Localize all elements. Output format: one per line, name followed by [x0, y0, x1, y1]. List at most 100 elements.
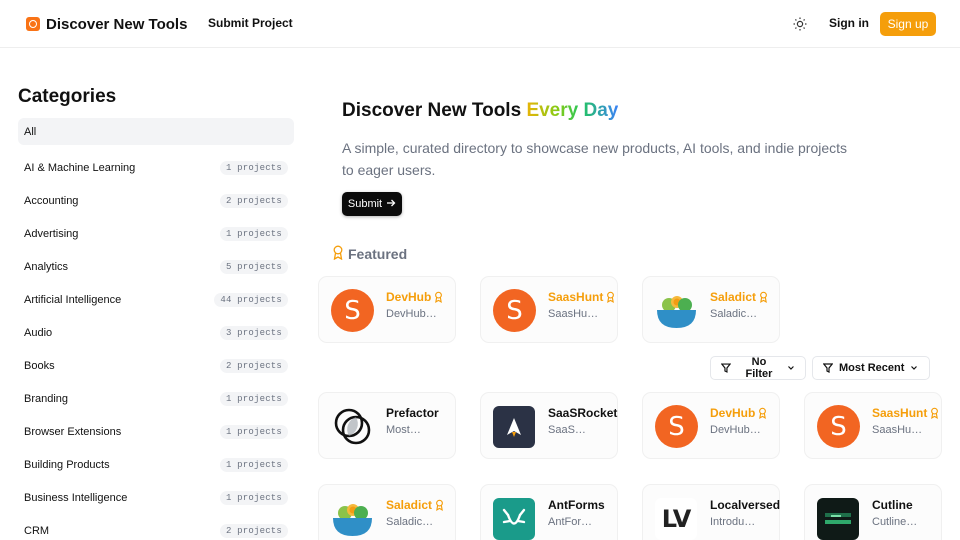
project-desc: Saladic…: [386, 516, 434, 528]
site-header: Discover New Tools Submit Project Sign i…: [0, 0, 960, 48]
project-name-text: DevHub: [710, 406, 756, 420]
brand[interactable]: Discover New Tools: [26, 14, 187, 34]
sun-icon[interactable]: [792, 16, 808, 32]
category-label: CRM: [24, 524, 50, 537]
category-list: All AI & Machine Learning 1 projects Acc…: [18, 118, 294, 540]
award-icon: [435, 291, 443, 303]
project-count-badge: 44 projects: [214, 292, 288, 307]
category-label: Branding: [24, 392, 69, 405]
category-label: AI & Machine Learning: [24, 161, 136, 174]
hero-submit-button[interactable]: Submit: [342, 192, 402, 216]
rocket-logo-icon: [493, 406, 535, 448]
saashunt-logo-icon: S: [817, 405, 860, 448]
hero-title-accent: Every Day: [526, 100, 619, 121]
project-desc: Saladic…: [710, 308, 758, 320]
category-item[interactable]: CRM 2 projects: [18, 514, 294, 540]
filter-dropdown[interactable]: No Filter: [710, 356, 806, 380]
award-icon: [760, 291, 767, 303]
project-card-antforms[interactable]: AntForms AntFor…: [480, 484, 618, 540]
sign-in-link[interactable]: Sign in: [829, 16, 869, 30]
chevron-down-icon: [911, 366, 918, 370]
category-item[interactable]: Artificial Intelligence 44 projects: [18, 283, 294, 316]
category-item-all[interactable]: All: [18, 118, 294, 145]
project-card-devhub[interactable]: S DevHub DevHub…: [642, 392, 780, 459]
project-name-text: Saladict: [710, 290, 757, 304]
categories-title: Categories: [18, 86, 117, 107]
filter-icon: [823, 363, 833, 373]
category-item[interactable]: Building Products 1 projects: [18, 448, 294, 481]
project-count-badge: 1 projects: [219, 160, 288, 175]
project-name: AntForms: [548, 498, 605, 512]
chevron-down-icon: [788, 366, 794, 370]
award-icon: [931, 407, 939, 419]
featured-card-saladict[interactable]: Saladict Saladic…: [642, 276, 780, 343]
project-count-badge: 3 projects: [219, 325, 288, 340]
category-item[interactable]: Browser Extensions 1 projects: [18, 415, 294, 448]
category-label: Building Products: [24, 458, 110, 471]
cutline-logo-icon: [817, 498, 859, 540]
project-desc: AntFor…: [548, 516, 593, 528]
prefactor-logo-icon: [331, 405, 374, 448]
category-label: Browser Extensions: [24, 425, 122, 438]
project-desc: SaaS…: [548, 424, 586, 436]
award-icon: [332, 245, 344, 263]
hero-subtitle: A simple, curated directory to showcase …: [342, 140, 848, 178]
project-count-badge: 1 projects: [219, 457, 288, 472]
category-item[interactable]: Analytics 5 projects: [18, 250, 294, 283]
brand-name: Discover New Tools: [46, 15, 188, 33]
ant-logo-icon: [493, 498, 535, 540]
project-card-saasrocket[interactable]: SaaSRocket SaaS…: [480, 392, 618, 459]
project-count-badge: 2 projects: [219, 523, 288, 538]
project-name: SaasHunt: [872, 406, 939, 420]
devhub-logo-icon: S: [655, 405, 698, 448]
category-item[interactable]: Accounting 2 projects: [18, 184, 294, 217]
category-item[interactable]: Advertising 1 projects: [18, 217, 294, 250]
project-card-localversed[interactable]: LV Localversed Introdu…: [642, 484, 780, 540]
filter-icon: [721, 363, 731, 373]
category-label: Business Intelligence: [24, 491, 128, 504]
project-card-saashunt[interactable]: S SaasHunt SaasHu…: [804, 392, 942, 459]
featured-card-devhub[interactable]: S DevHub DevHub…: [318, 276, 456, 343]
award-icon: [436, 499, 443, 511]
project-desc: DevHub…: [710, 424, 761, 436]
category-item[interactable]: Branding 1 projects: [18, 382, 294, 415]
brand-logo-icon: [26, 17, 40, 31]
project-desc: Cutline…: [872, 516, 918, 528]
project-card-saladict[interactable]: Saladict Saladic…: [318, 484, 456, 540]
featured-card-saashunt[interactable]: S SaasHunt SaasHu…: [480, 276, 618, 343]
category-label: Artificial Intelligence: [24, 293, 122, 306]
nav-submit-project-link[interactable]: Submit Project: [208, 16, 293, 30]
project-card-prefactor[interactable]: Prefactor Most…: [318, 392, 456, 459]
category-item[interactable]: Business Intelligence 1 projects: [18, 481, 294, 514]
sort-dropdown[interactable]: Most Recent: [812, 356, 930, 380]
project-desc: SaasHu…: [548, 308, 599, 320]
category-label: Advertising: [24, 227, 79, 240]
project-desc: Most…: [386, 424, 421, 436]
project-card-cutline[interactable]: Cutline Cutline…: [804, 484, 942, 540]
hero-submit-label: Submit: [347, 198, 383, 210]
project-name: Localversed: [710, 498, 781, 512]
salad-bowl-icon: [331, 497, 374, 540]
project-count-badge: 5 projects: [219, 259, 288, 274]
sign-up-button[interactable]: Sign up: [880, 12, 936, 36]
category-label: Books: [24, 359, 55, 372]
category-item[interactable]: AI & Machine Learning 1 projects: [18, 151, 294, 184]
filter-label: No Filter: [745, 356, 773, 380]
project-name: SaasHunt: [548, 290, 615, 304]
category-item[interactable]: Audio 3 projects: [18, 316, 294, 349]
project-count-badge: 2 projects: [219, 193, 288, 208]
localversed-logo-icon: LV: [655, 498, 697, 540]
project-name-text: Saladict: [386, 498, 433, 512]
project-name: DevHub: [710, 406, 767, 420]
devhub-logo-icon: S: [331, 289, 374, 332]
hero-title: Discover New Tools Every Day: [342, 100, 618, 122]
project-count-badge: 2 projects: [219, 358, 288, 373]
featured-heading: Featured: [332, 245, 407, 263]
sort-label: Most Recent: [839, 362, 905, 374]
project-name: SaaSRocket: [548, 406, 618, 420]
project-desc: SaasHu…: [872, 424, 923, 436]
hero-title-main: Discover New Tools: [342, 100, 522, 121]
category-item[interactable]: Books 2 projects: [18, 349, 294, 382]
project-name-text: DevHub: [386, 290, 432, 304]
project-name: Saladict: [386, 498, 444, 512]
